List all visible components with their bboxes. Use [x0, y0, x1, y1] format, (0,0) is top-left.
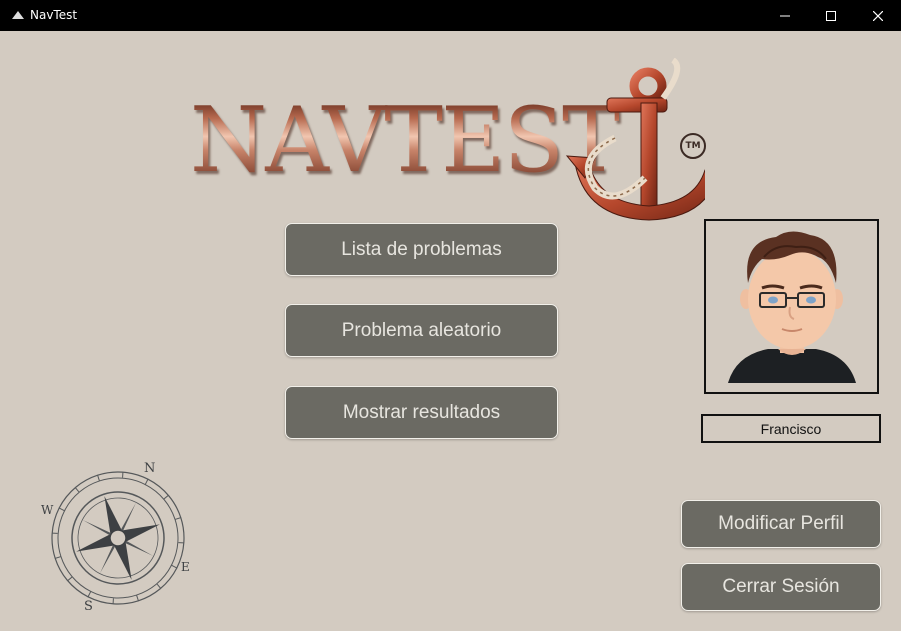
logout-button[interactable]: Cerrar Sesión: [681, 563, 881, 611]
maximize-icon: [826, 10, 836, 21]
navtest-logo: NAVTEST: [190, 58, 710, 228]
user-avatar-icon: [728, 231, 856, 383]
edit-profile-button[interactable]: Modificar Perfil: [681, 500, 881, 548]
compass-north-label: N: [144, 461, 155, 476]
title-bar[interactable]: NavTest: [0, 0, 901, 31]
avatar[interactable]: [704, 219, 879, 394]
window-title: NavTest: [30, 8, 78, 22]
show-results-button[interactable]: Mostrar resultados: [285, 386, 558, 439]
close-icon: [873, 10, 883, 21]
minimize-button[interactable]: [762, 0, 808, 31]
compass-east-label: E: [181, 560, 190, 574]
maximize-button[interactable]: [808, 0, 854, 31]
compass-south-label: S: [84, 599, 93, 614]
username-label: Francisco: [701, 414, 881, 443]
problem-list-button[interactable]: Lista de problemas: [285, 223, 558, 276]
app-window: NavTest NAVTEST TM Lista de problemas Pr…: [0, 0, 901, 631]
minimize-icon: [780, 15, 790, 16]
trademark-badge: TM: [680, 133, 706, 159]
compass-rose-icon: N S E W: [41, 461, 190, 614]
random-problem-button[interactable]: Problema aleatorio: [285, 304, 558, 357]
compass-west-label: W: [41, 503, 54, 517]
app-icon: [12, 11, 24, 19]
close-button[interactable]: [855, 0, 901, 31]
